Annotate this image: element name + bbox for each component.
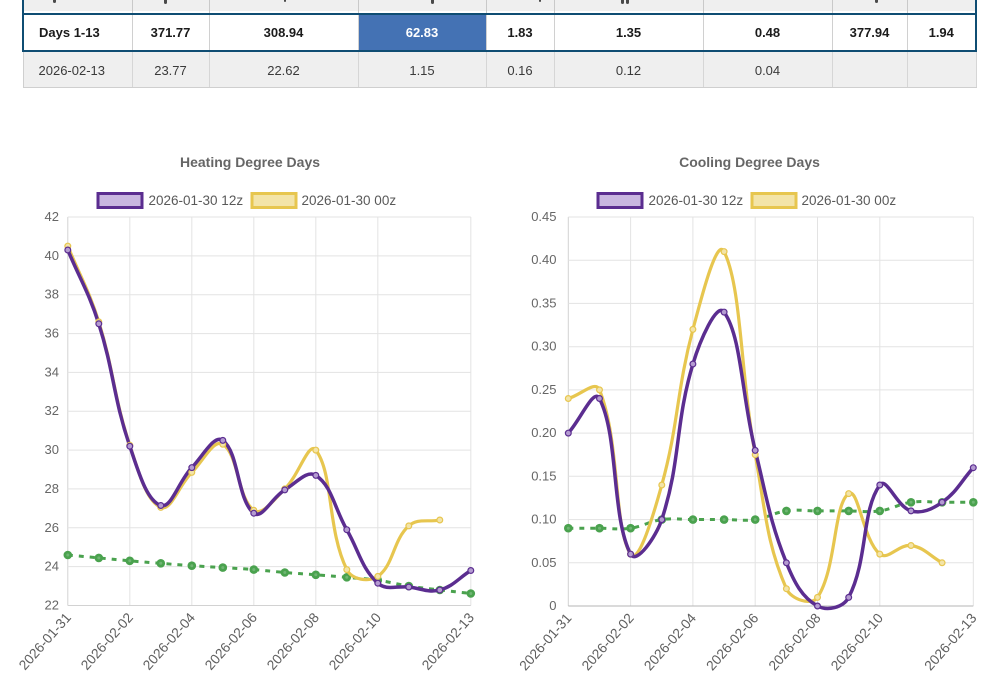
- svg-text:Heating Degree Days: Heating Degree Days: [180, 154, 320, 170]
- svg-text:2026-02-13: 2026-02-13: [922, 610, 980, 673]
- svg-text:2026-02-08: 2026-02-08: [264, 610, 322, 673]
- svg-text:0.45: 0.45: [531, 209, 556, 224]
- svg-text:2026-02-10: 2026-02-10: [326, 610, 384, 673]
- svg-text:0.05: 0.05: [531, 555, 556, 570]
- svg-text:22: 22: [45, 598, 59, 613]
- svg-text:2026-01-30 12z: 2026-01-30 12z: [149, 193, 244, 208]
- svg-text:2026-02-06: 2026-02-06: [202, 610, 260, 673]
- svg-text:36: 36: [45, 326, 59, 341]
- svg-text:38: 38: [45, 287, 59, 302]
- svg-text:2026-02-06: 2026-02-06: [703, 610, 761, 673]
- svg-text:2026-02-13: 2026-02-13: [419, 610, 477, 673]
- svg-text:2026-02-08: 2026-02-08: [766, 610, 824, 673]
- svg-text:40: 40: [45, 248, 59, 263]
- svg-text:2026-01-30 00z: 2026-01-30 00z: [802, 193, 897, 208]
- svg-text:0.15: 0.15: [531, 468, 556, 483]
- svg-text:2026-02-02: 2026-02-02: [579, 611, 637, 674]
- svg-text:0.35: 0.35: [531, 295, 556, 310]
- svg-text:2026-01-30 00z: 2026-01-30 00z: [302, 193, 397, 208]
- svg-text:2026-02-04: 2026-02-04: [641, 610, 699, 673]
- svg-text:0.30: 0.30: [531, 339, 556, 354]
- svg-text:32: 32: [45, 403, 59, 418]
- svg-text:2026-02-10: 2026-02-10: [828, 610, 886, 673]
- svg-text:2026-01-31: 2026-01-31: [517, 611, 575, 674]
- svg-text:0.25: 0.25: [531, 382, 556, 397]
- svg-text:30: 30: [45, 442, 59, 457]
- svg-text:Cooling Degree Days: Cooling Degree Days: [679, 154, 820, 170]
- svg-text:0.10: 0.10: [531, 512, 556, 527]
- svg-text:2026-01-31: 2026-01-31: [16, 610, 74, 673]
- svg-text:0: 0: [549, 598, 556, 613]
- svg-text:0.40: 0.40: [531, 252, 556, 267]
- svg-text:26: 26: [45, 520, 59, 535]
- svg-text:28: 28: [45, 481, 59, 496]
- svg-text:0.20: 0.20: [531, 425, 556, 440]
- svg-text:2026-01-30 12z: 2026-01-30 12z: [649, 193, 744, 208]
- svg-text:2026-02-04: 2026-02-04: [140, 610, 198, 673]
- svg-text:42: 42: [45, 209, 59, 224]
- svg-text:24: 24: [45, 559, 59, 574]
- svg-text:34: 34: [45, 364, 59, 379]
- svg-text:2026-02-02: 2026-02-02: [78, 610, 136, 673]
